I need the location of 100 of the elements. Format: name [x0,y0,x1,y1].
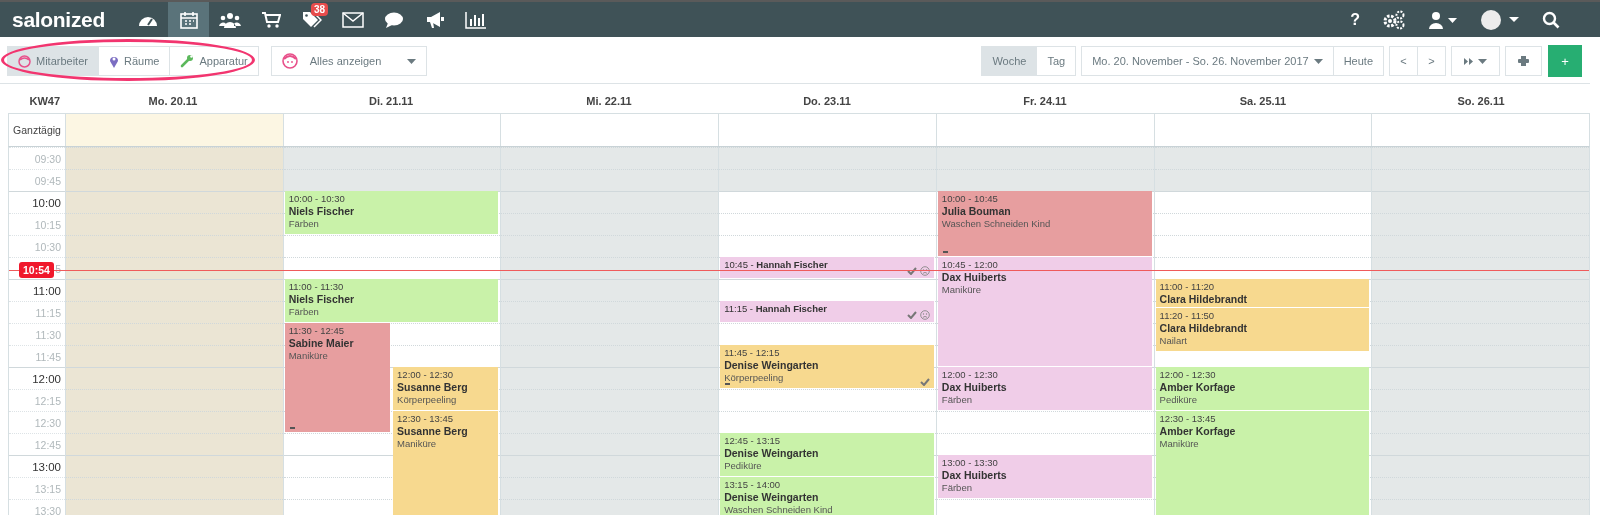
service-name: Färben [288,306,320,318]
appointment-card[interactable]: 12:00 - 12:30 Dax Huiberts Färben [937,367,1152,410]
calendar-nav-button[interactable] [168,2,209,37]
caret-icon [1313,58,1323,64]
appointment-card[interactable]: 12:00 - 12:30 Amber Korfage Pediküre [1155,367,1370,410]
time-label: 12:30 [34,416,61,429]
client-name: Denise Weingarten [724,359,820,372]
print-button[interactable] [1505,46,1542,76]
appointment-time: 11:30 - 12:45 [288,325,345,337]
bar-chart-icon [464,10,487,29]
current-time-badge: 10:54 [19,262,54,279]
appointment-card[interactable]: 11:00 - 11:20 Clara Hildebrandt [1155,279,1370,308]
day-header: Di. 21.11 [367,95,414,109]
appointment-card[interactable]: 11:30 - 12:45 Sabine Maier Maniküre [284,323,391,432]
face-icon [281,53,298,69]
appointment-time: 12:00 - 12:30 [1159,369,1217,381]
appointment-title: 10:45 - Hannah Fischer [724,259,829,271]
client-name: Denise Weingarten [724,447,820,460]
megaphone-icon [424,10,445,29]
help-button[interactable]: ? [1350,10,1360,29]
time-label: 10:15 [34,218,61,231]
time-label: 09:30 [34,152,61,165]
time-label: 13:00 [32,460,61,473]
appointment-card[interactable]: 11:20 - 11:50 Clara Hildebrandt Nailart [1155,308,1370,352]
view-tab[interactable]: Tag [1036,46,1077,76]
appointment-time: 12:00 - 12:30 [397,369,455,381]
appointment-title: 11:15 - Hannah Fischer [724,303,828,315]
time-label: 10:30 [34,240,61,253]
service-name: Maniküre [397,438,438,450]
view-tab[interactable]: Woche [981,46,1038,76]
settings-icon[interactable] [1382,9,1406,30]
appointment-card[interactable]: 10:45 - 12:00 Dax Huiberts Maniküre [937,257,1152,366]
client-name: Amber Korfage [1159,381,1237,394]
time-label: 12:15 [34,394,61,407]
client-name: Dax Huiberts [941,469,1008,482]
service-name: Waschen Schneiden Kind [724,504,834,515]
appointment-card[interactable]: 12:30 - 13:45 Amber Korfage Maniküre [1155,411,1370,515]
time-label: 11:30 [35,328,61,341]
calendar-icon [179,10,198,29]
day-header: Mi. 22.11 [585,95,633,109]
appointment-card[interactable]: 11:45 - 12:15 Denise Weingarten Körperpeeling [720,345,934,388]
appointment-time: 10:00 - 10:45 [941,193,999,205]
next-button[interactable]: > [1417,46,1446,76]
appointment-card[interactable]: 12:30 - 13:45 Susanne Berg Maniküre [393,411,499,515]
service-name: Maniküre [288,350,329,362]
day-header: Sa. 25.11 [1238,95,1288,109]
caret-icon [407,58,417,64]
notification-badge: 38 [310,3,328,16]
day-header: Fr. 24.11 [1022,95,1068,109]
appointment-card[interactable]: 13:00 - 13:30 Dax Huiberts Färben [937,455,1152,498]
appointment-time: 12:30 - 13:45 [397,413,455,425]
time-label: 12:45 [34,438,61,451]
envelope-icon [341,11,364,28]
client-name: Niels Fischer [288,205,356,218]
avatar-menu-icon[interactable] [1480,8,1520,31]
day-header: Mo. 20.11 [147,95,199,109]
tags-nav-button[interactable]: 38 [291,2,332,37]
time-label: 13:15 [34,482,61,495]
service-name: Körperpeeling [724,372,785,384]
appointment-time: 11:20 - 11:50 [1159,310,1216,323]
appointment-time: 13:15 - 14:00 [724,479,782,491]
service-name: Nailart [1159,335,1188,348]
date-range-dropdown[interactable]: Mo. 20. November - So. 26. November 2017 [1081,46,1334,76]
appointment-card[interactable]: 12:00 - 12:30 Susanne Berg Körperpeeling [393,367,499,410]
service-name: Färben [941,482,973,494]
fast-forward-icon [1464,57,1473,65]
appointment-card[interactable]: 10:00 - 10:45 Julia Bouman Waschen Schneiden Kind [937,191,1152,256]
appointment-card[interactable]: 11:00 - 11:30 Niels Fischer Färben [284,279,499,322]
client-name: Dax Huiberts [941,271,1008,284]
appointment-card[interactable]: 11:15 - Hannah Fischer [720,301,934,322]
staff-filter-dropdown[interactable]: Alles anzeigen [270,46,428,76]
user-menu-icon[interactable] [1428,10,1458,29]
logo: salonized [11,7,106,32]
resource-tab[interactable]: Apparatur [169,46,259,76]
appointment-time: 10:00 - 10:30 [288,193,346,205]
resource-tab[interactable]: Mitarbeiter [7,46,99,76]
appointment-card[interactable]: 13:15 - 14:00 Denise Weingarten Waschen Schneiden Kind [720,477,934,515]
service-name: Färben [288,218,320,230]
today-button[interactable]: Heute [1332,46,1384,76]
appointment-time: 12:00 - 12:30 [941,369,999,381]
time-label: 09:45 [34,174,61,187]
service-name: Pediküre [724,460,763,472]
client-name: Amber Korfage [1159,425,1237,438]
day-header: So. 26.11 [1456,95,1506,109]
previous-button[interactable]: < [1389,46,1418,76]
fast-forward-dropdown[interactable] [1451,46,1500,76]
client-name: Sabine Maier [288,337,355,350]
time-label: 10:00 [32,196,61,209]
appointment-card[interactable]: 10:45 - Hannah Fischer [720,257,934,278]
client-name: Denise Weingarten [724,491,820,504]
client-name: Susanne Berg [397,381,469,394]
time-label: 11:45 [35,350,61,363]
appointment-time: 12:30 - 13:45 [1159,413,1217,425]
resource-tab[interactable]: Räume [97,46,171,76]
appointment-card[interactable]: 10:00 - 10:30 Niels Fischer Färben [284,191,499,234]
search-icon[interactable] [1542,10,1560,29]
client-name: Niels Fischer [288,293,356,306]
appointment-card[interactable]: 12:45 - 13:15 Denise Weingarten Pediküre [720,433,934,476]
time-label: 11:00 [33,284,61,297]
appointment-time: 12:45 - 13:15 [724,435,782,447]
